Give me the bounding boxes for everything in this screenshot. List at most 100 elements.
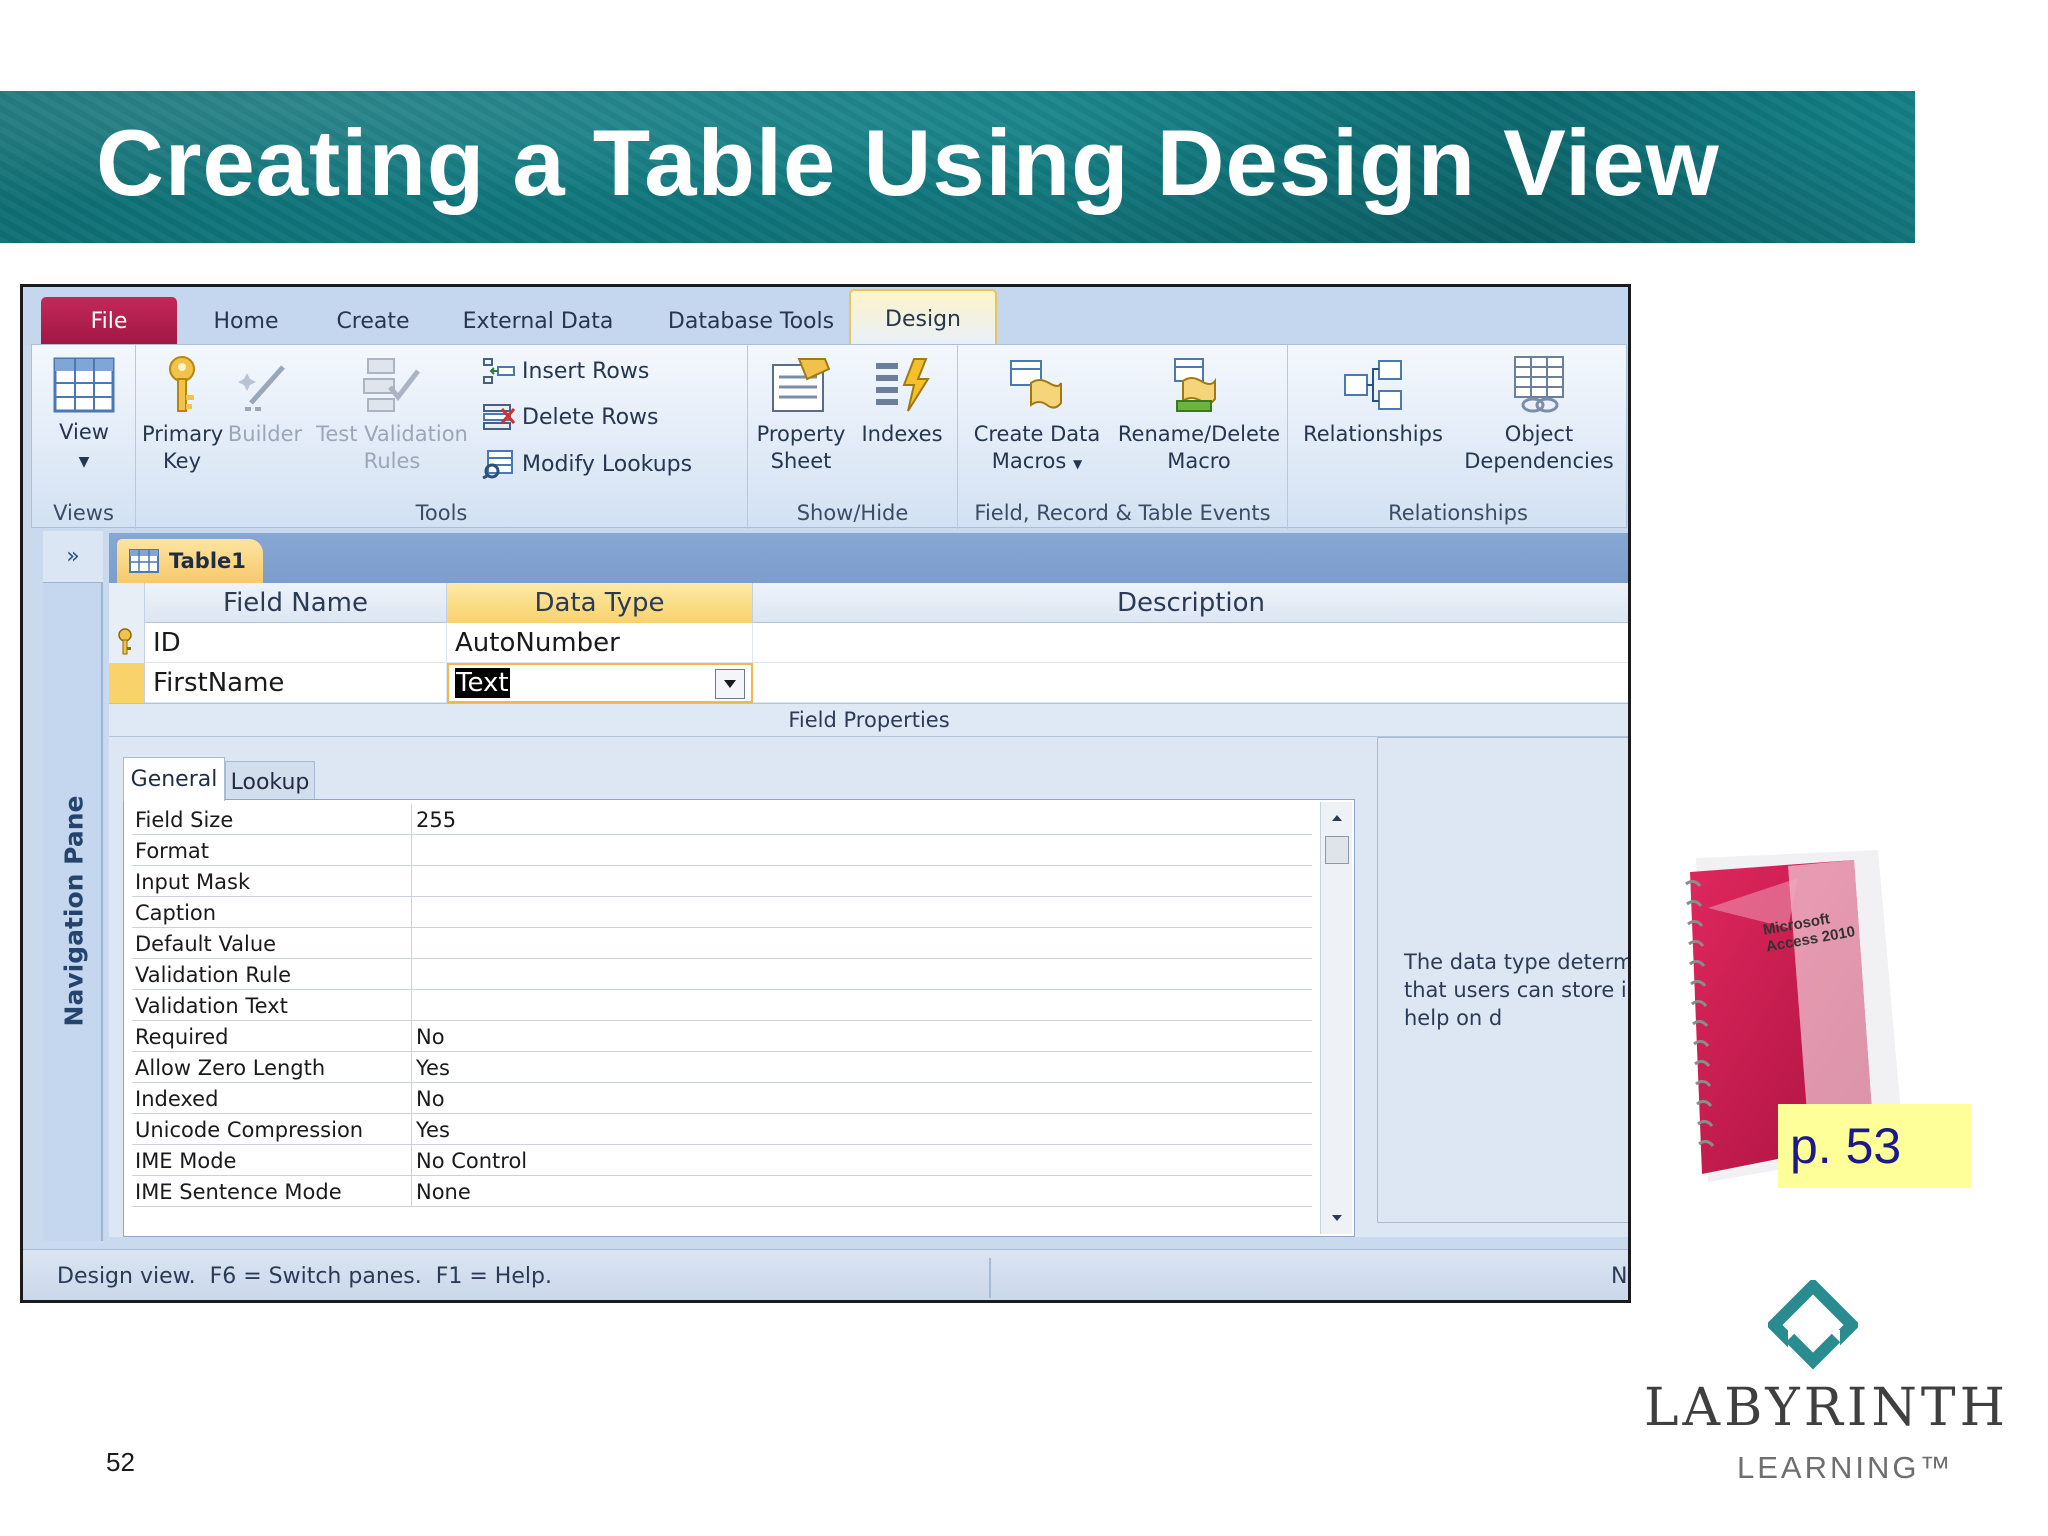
- status-bar: Design view. F6 = Switch panes. F1 = Hel…: [23, 1249, 1628, 1300]
- property-row[interactable]: IME Sentence Mode None: [132, 1176, 1312, 1207]
- select-all-corner[interactable]: [109, 583, 145, 623]
- property-value[interactable]: No: [416, 1021, 1296, 1052]
- builder-label: Builder: [227, 422, 303, 446]
- tab-lookup[interactable]: Lookup: [225, 761, 315, 803]
- object-dependencies-button[interactable]: Object Dependencies: [1456, 355, 1622, 475]
- field-name-cell[interactable]: ID: [145, 623, 447, 663]
- primary-key-icon: [118, 628, 132, 655]
- navigation-pane[interactable]: » Navigation Pane: [43, 531, 103, 1241]
- indexes-button[interactable]: Indexes: [852, 355, 952, 448]
- slide-title: Creating a Table Using Design View: [96, 110, 1720, 215]
- test-validation-rules-button[interactable]: Test Validation Rules: [308, 355, 476, 475]
- delete-rows-button[interactable]: Delete Rows: [482, 403, 659, 431]
- document-tab-label: Table1: [169, 549, 246, 573]
- property-row[interactable]: Validation Rule: [132, 959, 1312, 990]
- property-row[interactable]: IME Mode No Control: [132, 1145, 1312, 1176]
- rename-delete-macro-button[interactable]: Rename/Delete Macro: [1114, 355, 1284, 475]
- property-name: Validation Rule: [132, 959, 412, 990]
- row-selector-current[interactable]: [109, 663, 145, 703]
- field-properties-area: General Lookup Field Size 255 Format Inp…: [109, 737, 1631, 1237]
- macro-icon: [1010, 360, 1062, 409]
- property-help-text: The data type determ that users can stor…: [1404, 950, 1631, 1030]
- property-value[interactable]: [416, 990, 1296, 1021]
- tab-database-tools[interactable]: Database Tools: [645, 297, 857, 345]
- property-row[interactable]: Caption: [132, 897, 1312, 928]
- property-value[interactable]: [416, 866, 1296, 897]
- property-value[interactable]: No Control: [416, 1145, 1296, 1176]
- view-label: View: [59, 420, 109, 444]
- view-button[interactable]: View ▼: [32, 357, 136, 476]
- property-value[interactable]: [416, 835, 1296, 866]
- tab-design[interactable]: Design: [849, 289, 997, 347]
- tab-file[interactable]: File: [41, 297, 177, 345]
- property-row[interactable]: Indexed No: [132, 1083, 1312, 1114]
- status-text: Design view. F6 = Switch panes. F1 = Hel…: [57, 1264, 552, 1289]
- document-tab-bar: Table1: [109, 533, 1628, 583]
- property-row[interactable]: Required No: [132, 1021, 1312, 1052]
- chevron-down-icon: ▼: [78, 454, 90, 470]
- slide-title-banner: Creating a Table Using Design View: [0, 91, 1915, 243]
- data-type-cell[interactable]: AutoNumber: [447, 623, 753, 663]
- tab-create[interactable]: Create: [313, 297, 433, 345]
- indexes-label: Indexes: [861, 422, 943, 446]
- object-dependencies-label-1: Object: [1504, 422, 1574, 446]
- indexes-icon: [876, 358, 930, 412]
- property-name: Allow Zero Length: [132, 1052, 412, 1083]
- property-value[interactable]: [416, 897, 1296, 928]
- property-row[interactable]: Field Size 255: [132, 804, 1312, 835]
- primary-key-button[interactable]: Primary Key: [142, 355, 224, 475]
- property-row[interactable]: Unicode Compression Yes: [132, 1114, 1312, 1145]
- scroll-up-icon[interactable]: [1322, 806, 1352, 830]
- property-row[interactable]: Format: [132, 835, 1312, 866]
- slide-number: 52: [106, 1447, 135, 1477]
- property-row[interactable]: Validation Text: [132, 990, 1312, 1021]
- tab-home[interactable]: Home: [191, 297, 301, 345]
- property-name: Field Size: [132, 804, 412, 835]
- group-relationships: Relationships Object Dependencies Relati…: [1288, 345, 1628, 529]
- chevron-down-icon: [724, 680, 736, 688]
- property-row[interactable]: Allow Zero Length Yes: [132, 1052, 1312, 1083]
- primary-key-label-1: Primary: [142, 422, 224, 446]
- field-name-cell[interactable]: FirstName: [145, 663, 447, 703]
- row-selector[interactable]: [109, 623, 145, 663]
- relationships-button[interactable]: Relationships: [1296, 355, 1450, 448]
- column-header-description[interactable]: Description: [753, 583, 1628, 623]
- insert-rows-button[interactable]: Insert Rows: [482, 357, 649, 385]
- create-data-macros-button[interactable]: Create Data Macros ▼: [962, 355, 1112, 478]
- labyrinth-logo-name: LABYRINTH: [1644, 1378, 2009, 1438]
- group-views: View ▼ Views: [32, 345, 136, 529]
- property-row[interactable]: Default Value: [132, 928, 1312, 959]
- description-cell[interactable]: [753, 623, 1628, 663]
- nav-pane-toggle[interactable]: »: [43, 531, 103, 583]
- property-help-panel: The data type determ that users can stor…: [1377, 737, 1631, 1223]
- nav-pane-label: Navigation Pane: [59, 795, 89, 1027]
- property-value[interactable]: [416, 928, 1296, 959]
- modify-lookups-label: Modify Lookups: [522, 451, 693, 477]
- column-header-data-type[interactable]: Data Type: [447, 583, 753, 623]
- scroll-down-icon[interactable]: [1322, 1206, 1352, 1230]
- property-sheet-button[interactable]: Property Sheet: [752, 355, 850, 475]
- property-row[interactable]: Input Mask: [132, 866, 1312, 897]
- property-value[interactable]: Yes: [416, 1114, 1296, 1145]
- description-cell[interactable]: [753, 663, 1628, 703]
- data-type-dropdown[interactable]: Text: [447, 663, 753, 703]
- dropdown-button[interactable]: [715, 669, 745, 699]
- tab-external-data[interactable]: External Data: [448, 297, 628, 345]
- test-validation-label-1: Test Validation: [316, 422, 468, 446]
- property-value[interactable]: [416, 959, 1296, 990]
- column-header-field-name[interactable]: Field Name: [145, 583, 447, 623]
- document-tab-table1[interactable]: Table1: [117, 539, 263, 583]
- tab-general[interactable]: General: [123, 757, 225, 801]
- property-scrollbar[interactable]: [1320, 802, 1352, 1234]
- property-value[interactable]: Yes: [416, 1052, 1296, 1083]
- modify-lookups-button[interactable]: Modify Lookups: [482, 449, 692, 479]
- table-icon: [129, 549, 159, 573]
- property-value[interactable]: No: [416, 1083, 1296, 1114]
- builder-button[interactable]: Builder: [224, 355, 306, 448]
- property-value[interactable]: None: [416, 1176, 1296, 1207]
- rename-delete-macro-label-2: Macro: [1167, 449, 1231, 473]
- property-value[interactable]: 255: [416, 804, 1296, 835]
- group-show-hide: Property Sheet Indexes Show/Hide: [748, 345, 958, 529]
- scrollbar-thumb[interactable]: [1325, 836, 1349, 864]
- property-name: Required: [132, 1021, 412, 1052]
